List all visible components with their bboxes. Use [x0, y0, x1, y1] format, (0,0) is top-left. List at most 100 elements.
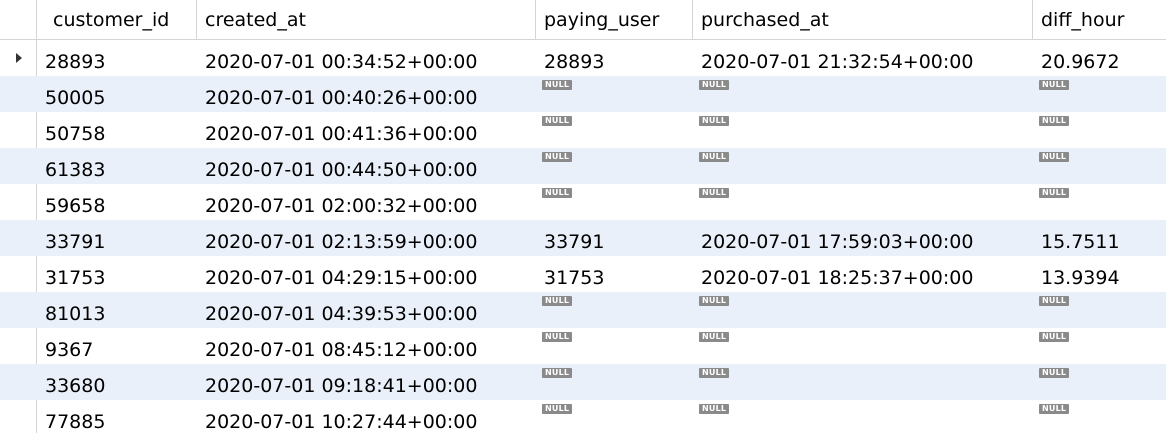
cell-purchased-at[interactable]: 2020-07-01 21:32:54+00:00	[693, 40, 1033, 76]
row-selector[interactable]	[0, 148, 37, 184]
row-selector[interactable]	[0, 220, 37, 256]
cell-purchased-at[interactable]: NULL	[693, 364, 1033, 400]
cell-paying-user[interactable]: 33791	[536, 220, 693, 256]
row-selector[interactable]	[0, 76, 37, 112]
cell-purchased-at[interactable]: 2020-07-01 18:25:37+00:00	[693, 256, 1033, 292]
cell-created-at[interactable]: 2020-07-01 04:29:15+00:00	[197, 256, 536, 292]
column-header-created-at[interactable]: created_at	[197, 0, 536, 39]
cell-paying-user[interactable]: NULL	[536, 112, 693, 148]
cell-customer-id[interactable]: 28893	[37, 40, 197, 76]
cell-customer-id[interactable]: 50758	[37, 112, 197, 148]
cell-value: 59658	[45, 195, 106, 217]
row-selector[interactable]	[0, 184, 37, 220]
cell-value: 2020-07-01 18:25:37+00:00	[701, 267, 974, 289]
cell-diff-hour[interactable]: NULL	[1033, 400, 1166, 433]
column-header-purchased-at[interactable]: purchased_at	[693, 0, 1033, 39]
cell-purchased-at[interactable]: NULL	[693, 112, 1033, 148]
cell-paying-user[interactable]: NULL	[536, 364, 693, 400]
cell-customer-id[interactable]: 59658	[37, 184, 197, 220]
column-header-customer-id[interactable]: customer_id	[37, 0, 197, 39]
row-selector[interactable]	[0, 364, 37, 400]
cell-created-at[interactable]: 2020-07-01 02:13:59+00:00	[197, 220, 536, 256]
cell-customer-id[interactable]: 33791	[37, 220, 197, 256]
table-row[interactable]: 59658 2020-07-01 02:00:32+00:00 NULL NULL NU…	[0, 184, 1166, 220]
cell-diff-hour[interactable]: NULL	[1033, 184, 1166, 220]
cell-paying-user[interactable]: 28893	[536, 40, 693, 76]
cell-created-at[interactable]: 2020-07-01 00:41:36+00:00	[197, 112, 536, 148]
table-row[interactable]: 81013 2020-07-01 04:39:53+00:00 NULL NULL NU…	[0, 292, 1166, 328]
cell-diff-hour[interactable]: NULL	[1033, 328, 1166, 364]
result-grid[interactable]: customer_id created_at paying_user purch…	[0, 0, 1166, 433]
cell-value: 28893	[544, 51, 605, 73]
null-badge: NULL	[699, 152, 730, 162]
cell-created-at[interactable]: 2020-07-01 00:34:52+00:00	[197, 40, 536, 76]
column-header-paying-user[interactable]: paying_user	[536, 0, 693, 39]
cell-diff-hour[interactable]: NULL	[1033, 292, 1166, 328]
cell-purchased-at[interactable]: NULL	[693, 184, 1033, 220]
cell-value: 2020-07-01 17:59:03+00:00	[701, 231, 974, 253]
cell-created-at[interactable]: 2020-07-01 00:40:26+00:00	[197, 76, 536, 112]
table-row[interactable]: 33791 2020-07-01 02:13:59+00:00 33791 2020-…	[0, 220, 1166, 256]
column-header-diff-hour[interactable]: diff_hour	[1033, 0, 1166, 39]
cell-purchased-at[interactable]: NULL	[693, 328, 1033, 364]
cell-created-at[interactable]: 2020-07-01 09:18:41+00:00	[197, 364, 536, 400]
row-selector[interactable]	[0, 40, 37, 76]
cell-diff-hour[interactable]: 15.7511	[1033, 220, 1166, 256]
cell-customer-id[interactable]: 81013	[37, 292, 197, 328]
cell-paying-user[interactable]: NULL	[536, 76, 693, 112]
cell-paying-user[interactable]: 31753	[536, 256, 693, 292]
row-selector[interactable]	[0, 256, 37, 292]
row-selector[interactable]	[0, 400, 37, 433]
cell-customer-id[interactable]: 50005	[37, 76, 197, 112]
cell-purchased-at[interactable]: NULL	[693, 400, 1033, 433]
cell-diff-hour[interactable]: NULL	[1033, 76, 1166, 112]
cell-created-at[interactable]: 2020-07-01 00:44:50+00:00	[197, 148, 536, 184]
table-row[interactable]: 50005 2020-07-01 00:40:26+00:00 NULL NULL NU…	[0, 76, 1166, 112]
header-corner	[0, 0, 37, 39]
table-row[interactable]: 9367 2020-07-01 08:45:12+00:00 NULL NULL NUL…	[0, 328, 1166, 364]
cell-customer-id[interactable]: 9367	[37, 328, 197, 364]
table-row[interactable]: 33680 2020-07-01 09:18:41+00:00 NULL NULL NU…	[0, 364, 1166, 400]
table-row[interactable]: 31753 2020-07-01 04:29:15+00:00 31753 2020-…	[0, 256, 1166, 292]
cell-paying-user[interactable]: NULL	[536, 400, 693, 433]
cell-customer-id[interactable]: 33680	[37, 364, 197, 400]
cell-value: 33680	[45, 375, 106, 397]
cell-customer-id[interactable]: 77885	[37, 400, 197, 433]
cell-created-at[interactable]: 2020-07-01 04:39:53+00:00	[197, 292, 536, 328]
cell-diff-hour[interactable]: NULL	[1033, 364, 1166, 400]
grid-header: customer_id created_at paying_user purch…	[0, 0, 1166, 40]
table-row[interactable]: 61383 2020-07-01 00:44:50+00:00 NULL NULL NU…	[0, 148, 1166, 184]
row-selector[interactable]	[0, 292, 37, 328]
cell-created-at[interactable]: 2020-07-01 08:45:12+00:00	[197, 328, 536, 364]
cell-customer-id[interactable]: 61383	[37, 148, 197, 184]
table-row[interactable]: 28893 2020-07-01 00:34:52+00:00 28893 2020-…	[0, 40, 1166, 76]
cell-diff-hour[interactable]: NULL	[1033, 112, 1166, 148]
cell-diff-hour[interactable]: 13.9394	[1033, 256, 1166, 292]
cell-purchased-at[interactable]: NULL	[693, 148, 1033, 184]
cell-purchased-at[interactable]: NULL	[693, 76, 1033, 112]
row-selector[interactable]	[0, 328, 37, 364]
cell-value: 31753	[45, 267, 106, 289]
null-badge: NULL	[542, 152, 573, 162]
table-row[interactable]: 77885 2020-07-01 10:27:44+00:00 NULL NULL NU…	[0, 400, 1166, 433]
cell-created-at[interactable]: 2020-07-01 02:00:32+00:00	[197, 184, 536, 220]
cell-created-at[interactable]: 2020-07-01 10:27:44+00:00	[197, 400, 536, 433]
cell-value: 9367	[45, 339, 94, 361]
cell-paying-user[interactable]: NULL	[536, 148, 693, 184]
null-badge: NULL	[1039, 296, 1070, 306]
cell-value: 2020-07-01 10:27:44+00:00	[205, 411, 478, 433]
null-badge: NULL	[542, 368, 573, 378]
table-row[interactable]: 50758 2020-07-01 00:41:36+00:00 NULL NULL NU…	[0, 112, 1166, 148]
null-badge: NULL	[699, 80, 730, 90]
cell-purchased-at[interactable]: NULL	[693, 292, 1033, 328]
cell-paying-user[interactable]: NULL	[536, 328, 693, 364]
cell-paying-user[interactable]: NULL	[536, 292, 693, 328]
cell-purchased-at[interactable]: 2020-07-01 17:59:03+00:00	[693, 220, 1033, 256]
cell-diff-hour[interactable]: 20.9672	[1033, 40, 1166, 76]
cell-value: 81013	[45, 303, 106, 325]
null-badge: NULL	[1039, 404, 1070, 414]
row-selector[interactable]	[0, 112, 37, 148]
cell-customer-id[interactable]: 31753	[37, 256, 197, 292]
cell-paying-user[interactable]: NULL	[536, 184, 693, 220]
cell-diff-hour[interactable]: NULL	[1033, 148, 1166, 184]
